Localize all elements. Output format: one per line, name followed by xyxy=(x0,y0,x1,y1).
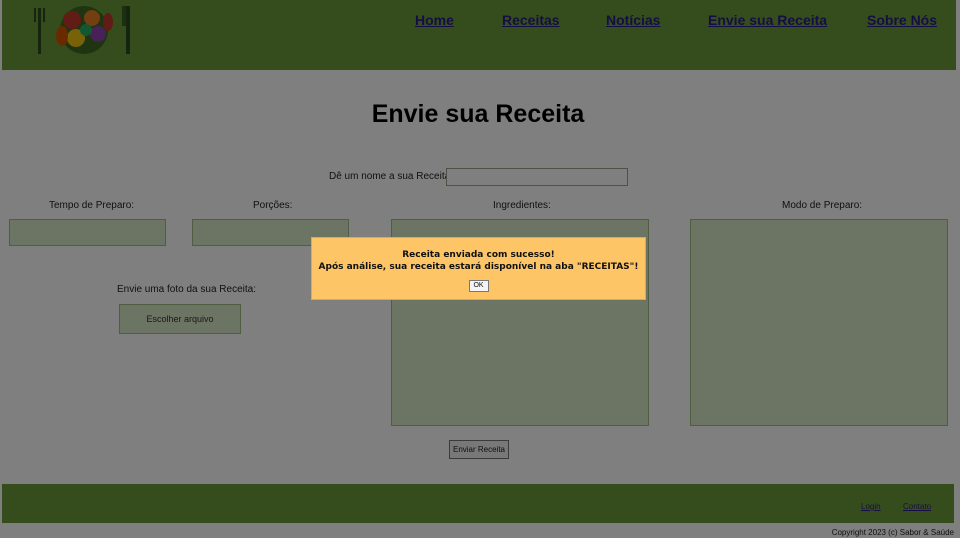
success-dialog: Receita enviada com sucesso! Após anális… xyxy=(311,237,646,300)
dialog-ok-button[interactable]: OK xyxy=(468,280,489,292)
dialog-message: Após análise, sua receita estará disponí… xyxy=(318,262,639,272)
page: Home Receitas Notícias Envie sua Receita… xyxy=(0,0,960,538)
dialog-title: Receita enviada com sucesso! xyxy=(402,250,555,260)
